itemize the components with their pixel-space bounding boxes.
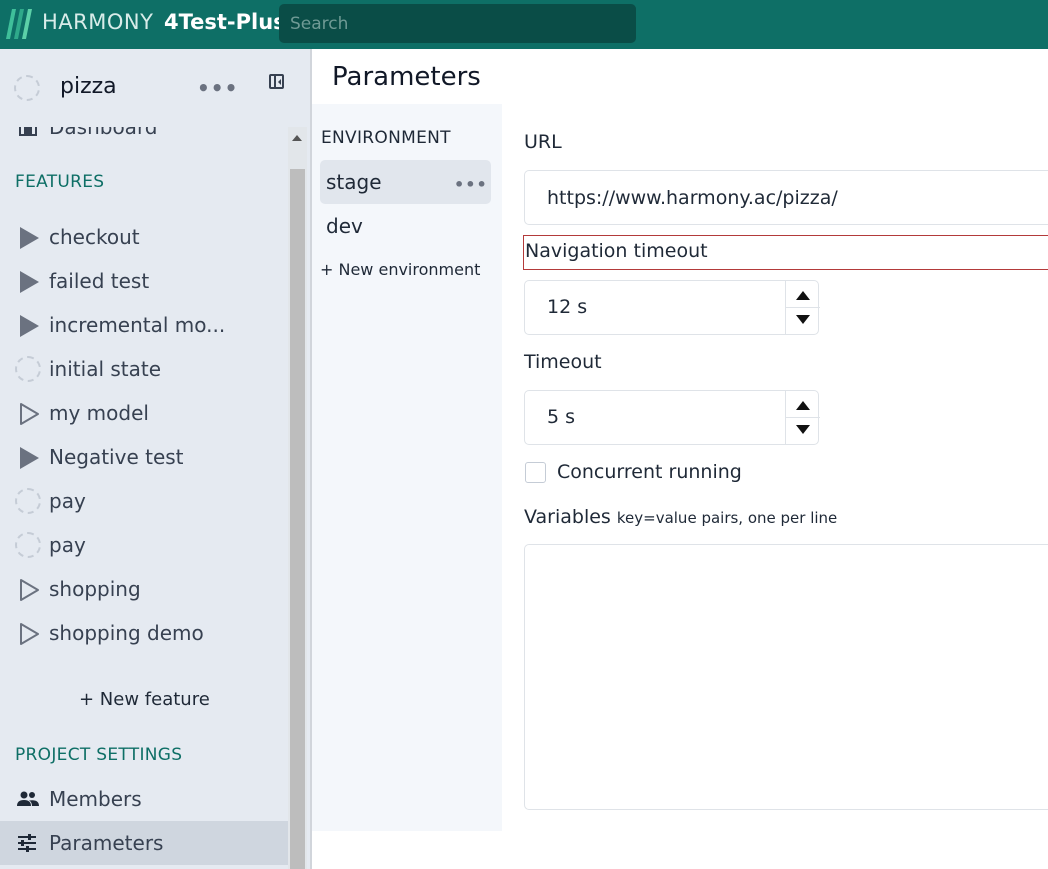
sidebar-item-feature[interactable]: shopping <box>0 567 288 611</box>
feature-label: my model <box>49 401 149 425</box>
sidebar-item-feature[interactable]: Negative test <box>0 435 288 479</box>
play-outline-icon <box>20 403 39 425</box>
sidebar-item-feature[interactable]: my model <box>0 391 288 435</box>
variables-label-text: Variables <box>524 506 611 528</box>
dashed-circle-icon <box>15 532 41 558</box>
play-filled-icon <box>20 315 39 337</box>
increment-arrow-icon[interactable] <box>796 401 810 410</box>
search-input[interactable] <box>279 4 636 43</box>
project-more-icon[interactable]: ••• <box>197 78 238 98</box>
feature-label: shopping demo <box>49 621 204 645</box>
environment-item-stage[interactable]: stage ••• <box>320 160 491 204</box>
people-icon <box>17 791 39 806</box>
play-outline-icon <box>20 579 39 601</box>
sidebar-item-label: Parameters <box>49 831 164 855</box>
sidebar-project-title: pizza <box>60 74 117 99</box>
collapse-sidebar-icon[interactable] <box>269 74 284 89</box>
environment-more-icon[interactable]: ••• <box>454 177 488 193</box>
feature-label: checkout <box>49 225 140 249</box>
concurrent-running-checkbox[interactable] <box>525 462 546 483</box>
scroll-thumb[interactable] <box>290 169 305 869</box>
feature-label: initial state <box>49 357 162 381</box>
sidebar-item-feature[interactable]: pay <box>0 523 288 567</box>
sidebar-item-feature[interactable]: incremental mo... <box>0 303 288 347</box>
url-label: URL <box>524 131 562 153</box>
concurrent-running-label: Concurrent running <box>557 461 742 483</box>
new-feature-button[interactable]: + New feature <box>79 689 210 710</box>
dashed-circle-icon <box>15 356 41 382</box>
environment-panel: ENVIRONMENT stage ••• dev + New environm… <box>312 104 502 831</box>
play-outline-icon <box>20 623 39 645</box>
harmony-logo-icon[interactable] <box>4 6 36 42</box>
timeout-value: 5 s <box>547 406 576 428</box>
top-bar: HARMONY 4Test-Plus <box>0 0 1048 49</box>
variables-label: Variables key=value pairs, one per line <box>524 506 837 528</box>
decrement-arrow-icon[interactable] <box>796 425 810 434</box>
feature-label: incremental mo... <box>49 313 226 337</box>
url-input[interactable] <box>524 170 1048 225</box>
sidebar-item-feature[interactable]: pay <box>0 479 288 523</box>
play-filled-icon <box>20 227 39 249</box>
feature-label: shopping <box>49 577 141 601</box>
variables-textarea[interactable] <box>524 544 1048 810</box>
feature-label: failed test <box>49 269 150 293</box>
feature-label: pay <box>49 489 86 513</box>
navigation-timeout-label: Navigation timeout <box>525 240 708 262</box>
sidebar-item-members[interactable]: Members <box>0 777 288 821</box>
sidebar-item-feature[interactable]: failed test <box>0 259 288 303</box>
project-name[interactable]: 4Test-Plus <box>164 10 286 34</box>
sidebar-scrollbar[interactable] <box>288 127 307 869</box>
new-environment-button[interactable]: + New environment <box>320 260 480 279</box>
decrement-arrow-icon[interactable] <box>796 315 810 324</box>
environment-heading: ENVIRONMENT <box>321 128 451 148</box>
stepper-divider <box>786 417 820 418</box>
timeout-stepper[interactable]: 5 s <box>524 390 820 445</box>
sliders-icon <box>18 834 36 852</box>
features-heading: FEATURES <box>15 172 105 192</box>
play-filled-icon <box>20 271 39 293</box>
logo-text: HARMONY <box>42 10 154 34</box>
stepper-buttons <box>785 281 820 334</box>
sidebar-item-label: Members <box>49 787 142 811</box>
feature-label: Negative test <box>49 445 184 469</box>
sidebar: Dashboard pizza ••• FEATURES checkout fa… <box>0 49 310 869</box>
sidebar-item-parameters[interactable]: Parameters <box>0 821 288 865</box>
stepper-divider <box>786 307 820 308</box>
feature-label: pay <box>49 533 86 557</box>
dashed-circle-icon <box>15 488 41 514</box>
project-avatar-icon <box>14 75 40 101</box>
environment-label: stage <box>326 170 382 194</box>
increment-arrow-icon[interactable] <box>796 291 810 300</box>
sidebar-item-feature[interactable]: shopping demo <box>0 611 288 655</box>
variables-hint: key=value pairs, one per line <box>616 509 838 527</box>
stepper-buttons <box>785 391 820 444</box>
sidebar-item-feature[interactable]: checkout <box>0 215 288 259</box>
page-title: Parameters <box>332 62 481 92</box>
navigation-timeout-stepper[interactable]: 12 s <box>524 280 820 335</box>
scroll-up-arrow-icon[interactable] <box>292 135 302 141</box>
timeout-label: Timeout <box>524 351 602 373</box>
sidebar-item-feature[interactable]: initial state <box>0 347 288 391</box>
environment-label: dev <box>326 214 363 238</box>
play-filled-icon <box>20 447 39 469</box>
project-settings-heading: PROJECT SETTINGS <box>15 745 183 765</box>
navigation-timeout-value: 12 s <box>547 296 588 318</box>
environment-item-dev[interactable]: dev <box>320 204 491 248</box>
sidebar-header: pizza ••• <box>0 49 310 127</box>
